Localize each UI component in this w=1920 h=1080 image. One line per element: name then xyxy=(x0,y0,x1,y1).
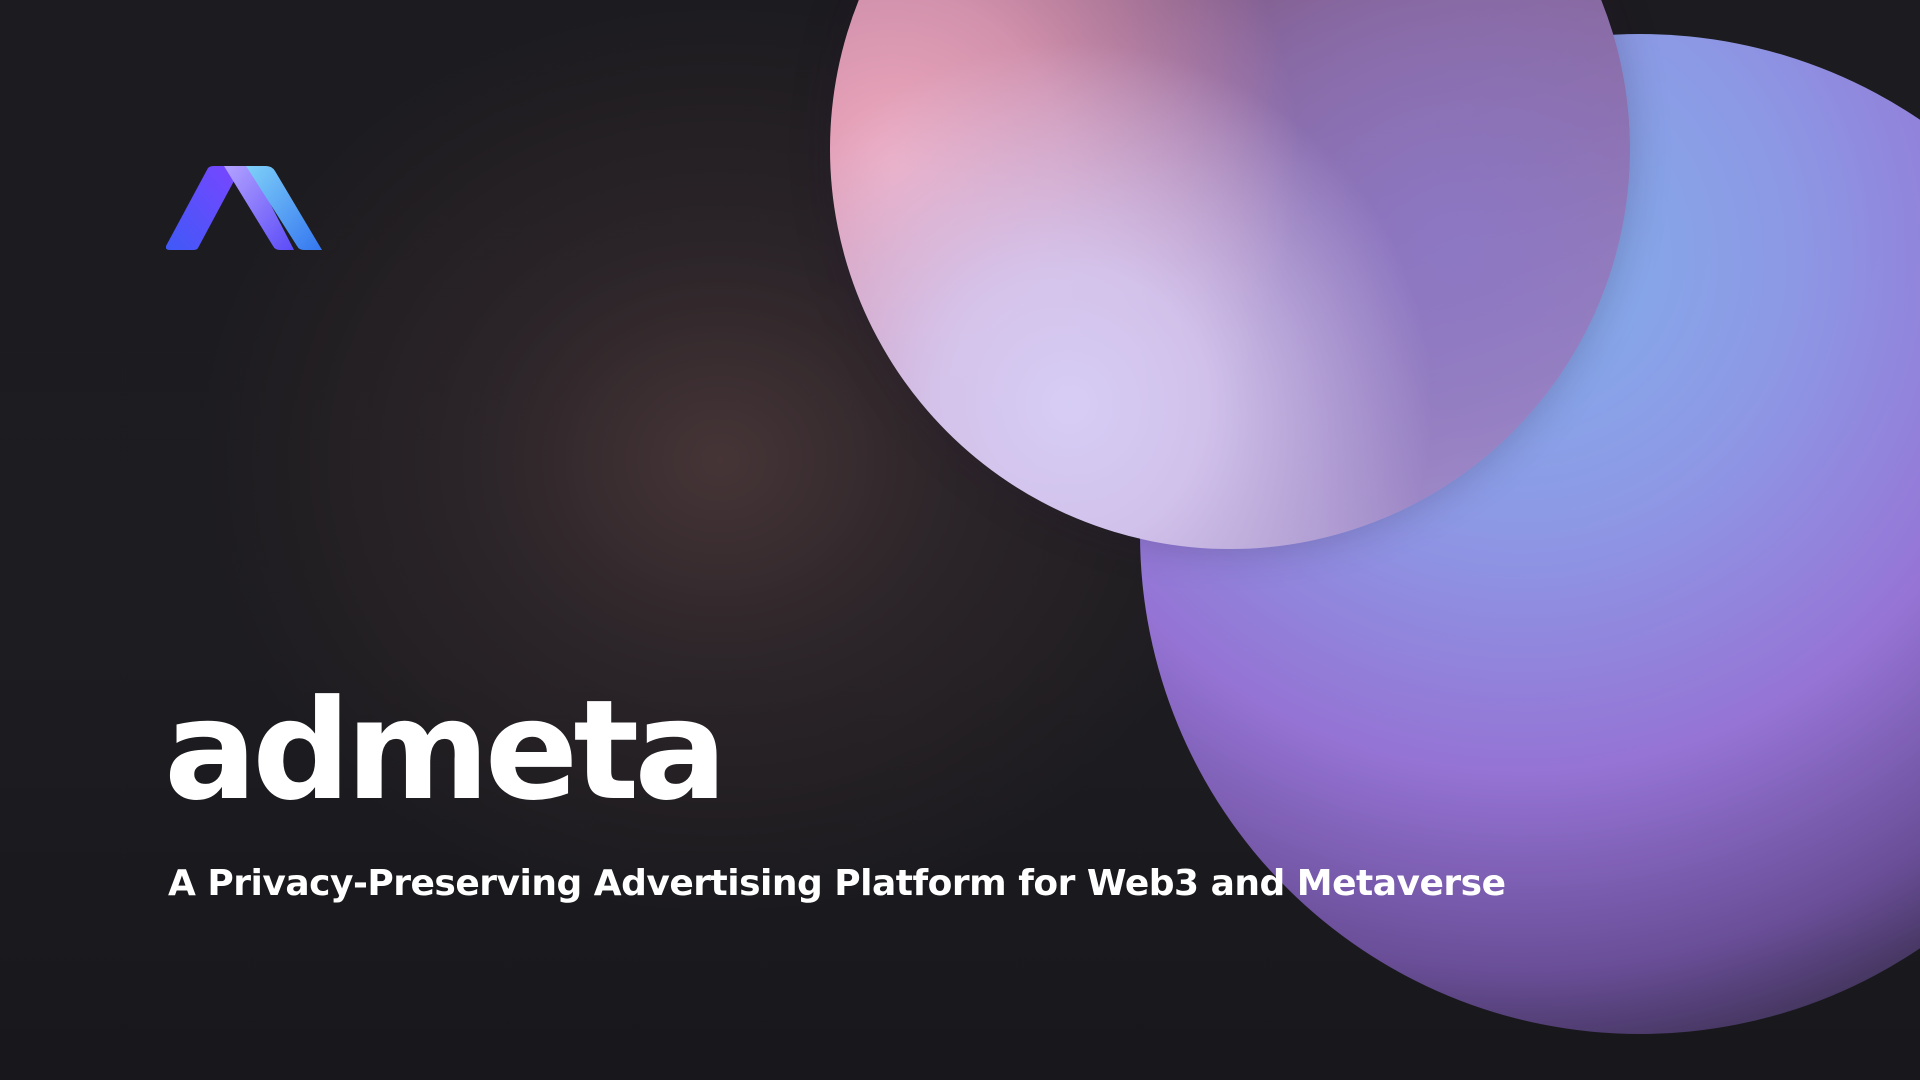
admeta-logo-icon xyxy=(166,166,322,250)
tagline: A Privacy-Preserving Advertising Platfor… xyxy=(168,863,1506,904)
brand-wordmark: admeta xyxy=(164,670,727,831)
title-slide: admeta A Privacy-Preserving Advertising … xyxy=(0,0,1920,1080)
